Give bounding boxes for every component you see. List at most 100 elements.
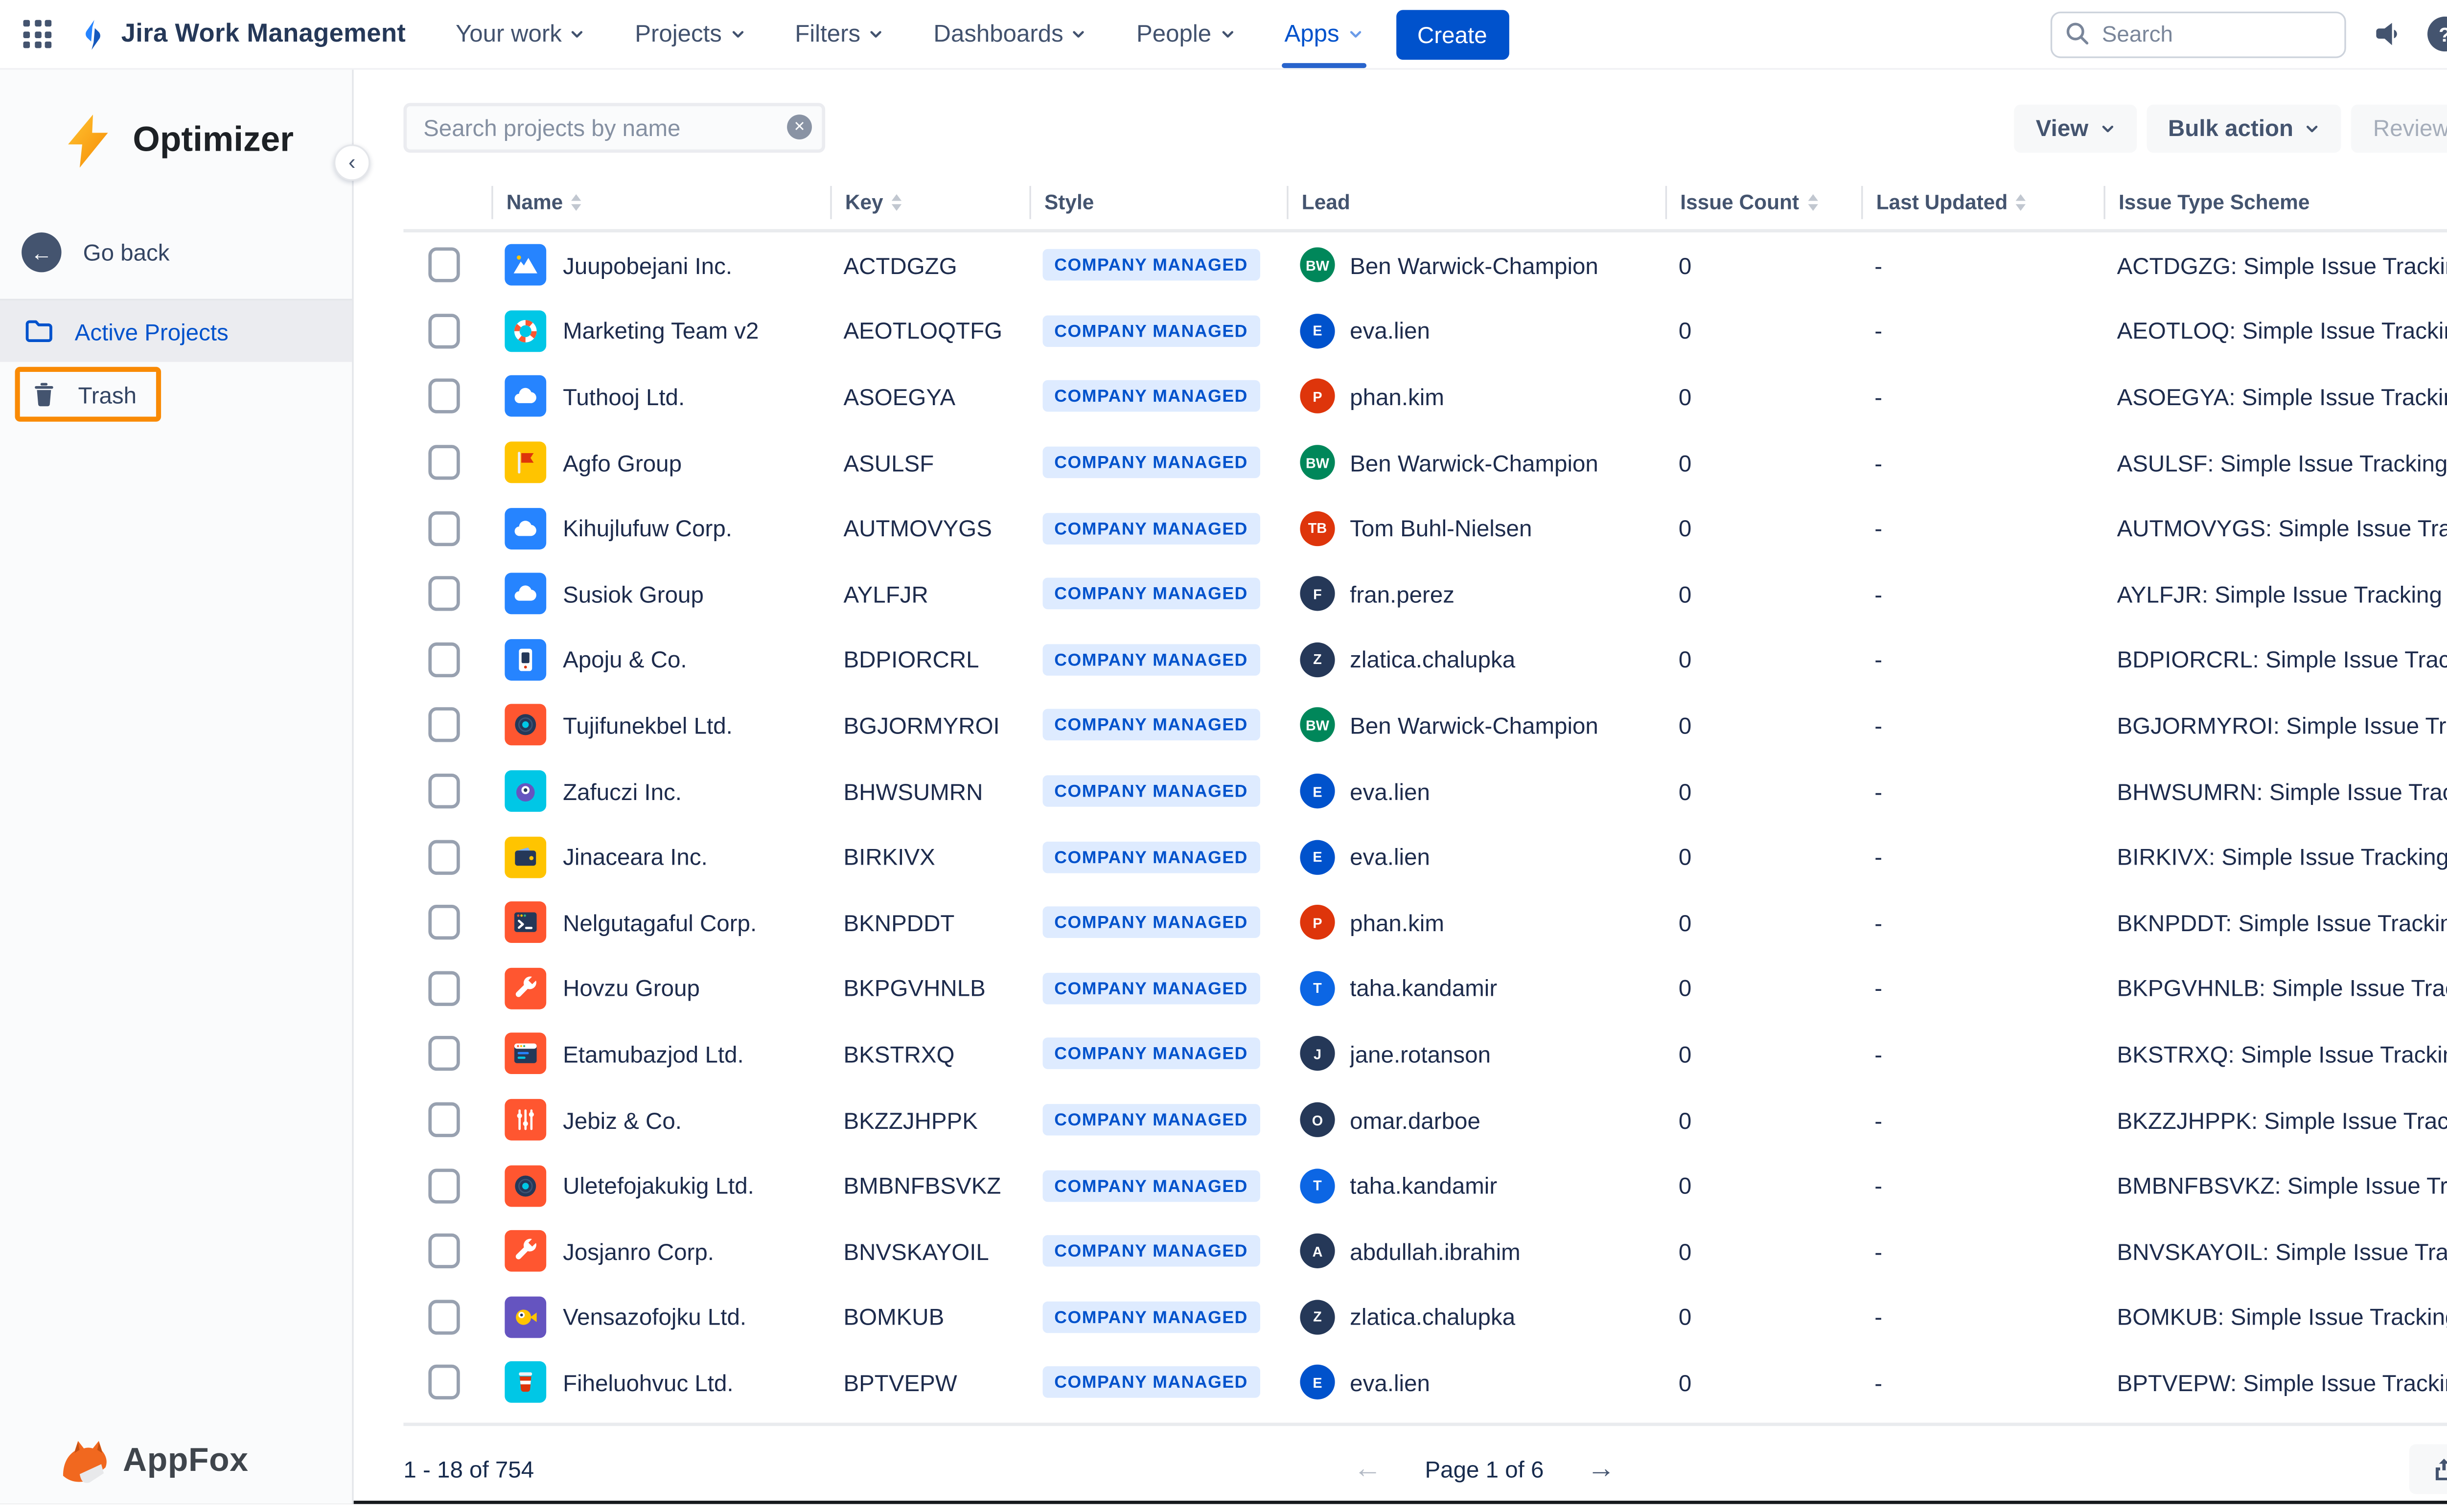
project-name[interactable]: Uletefojakukig Ltd. xyxy=(563,1172,754,1199)
row-checkbox[interactable] xyxy=(428,839,460,874)
table-row[interactable]: Zafuczi Inc. BHWSUMRN COMPANY MANAGED E … xyxy=(403,758,2447,824)
project-name[interactable]: Kihujlufuw Corp. xyxy=(563,515,732,541)
project-name[interactable]: Agfo Group xyxy=(563,449,682,476)
issue-count: 0 xyxy=(1665,909,1861,936)
style-badge: COMPANY MANAGED xyxy=(1043,1169,1260,1201)
project-name[interactable]: Etamubazjod Ltd. xyxy=(563,1041,744,1067)
row-checkbox[interactable] xyxy=(428,576,460,611)
table-row[interactable]: Uletefojakukig Ltd. BMBNFBSVKZ COMPANY M… xyxy=(403,1153,2447,1218)
nav-item-label: Filters xyxy=(795,21,860,47)
collapse-sidebar-button[interactable]: ‹ xyxy=(334,144,370,181)
lead-avatar: E xyxy=(1300,1365,1335,1400)
issue-count: 0 xyxy=(1665,1304,1861,1330)
row-checkbox[interactable] xyxy=(428,774,460,808)
nav-item-dashboards[interactable]: Dashboards xyxy=(933,21,1086,47)
row-checkbox[interactable] xyxy=(428,905,460,940)
table-row[interactable]: Apoju & Co. BDPIORCRL COMPANY MANAGED Z … xyxy=(403,627,2447,692)
nav-item-people[interactable]: People xyxy=(1136,21,1235,47)
table-row[interactable]: Agfo Group ASULSF COMPANY MANAGED BW Ben… xyxy=(403,430,2447,495)
last-updated: - xyxy=(1861,1041,2103,1067)
nav-item-label: People xyxy=(1136,21,1211,47)
previous-page-icon[interactable]: ← xyxy=(1354,1455,1382,1483)
create-button[interactable]: Create xyxy=(1396,9,1509,59)
table-row[interactable]: Hovzu Group BKPGVHNLB COMPANY MANAGED T … xyxy=(403,956,2447,1021)
project-name[interactable]: Josjanro Corp. xyxy=(563,1238,714,1264)
nav-item-your-work[interactable]: Your work xyxy=(456,21,585,47)
help-icon[interactable]: ? xyxy=(2427,17,2447,51)
table-row[interactable]: Kihujlufuw Corp. AUTMOVYGS COMPANY MANAG… xyxy=(403,495,2447,561)
app-switcher-icon[interactable] xyxy=(23,20,51,48)
row-checkbox[interactable] xyxy=(428,248,460,283)
table-row[interactable]: Marketing Team v2 AEOTLOQTFG COMPANY MAN… xyxy=(403,298,2447,364)
column-header-name[interactable]: Name xyxy=(491,185,830,218)
project-name[interactable]: Apoju & Co. xyxy=(563,646,687,673)
clear-search-icon[interactable]: ✕ xyxy=(787,115,812,139)
row-checkbox[interactable] xyxy=(428,1365,460,1400)
table-row[interactable]: Jinaceara Inc. BIRKIVX COMPANY MANAGED E… xyxy=(403,824,2447,890)
sidebar-item-trash[interactable]: Trash xyxy=(15,367,162,422)
table-header-rule xyxy=(403,229,2447,232)
row-checkbox[interactable] xyxy=(428,1168,460,1203)
project-name[interactable]: Vensazofojku Ltd. xyxy=(563,1304,746,1330)
project-name[interactable]: Susiok Group xyxy=(563,581,704,607)
phone-icon xyxy=(505,639,546,681)
row-checkbox[interactable] xyxy=(428,708,460,743)
project-name[interactable]: Marketing Team v2 xyxy=(563,318,759,344)
column-header-issue-count[interactable]: Issue Count xyxy=(1665,185,1861,218)
project-name[interactable]: Jebiz & Co. xyxy=(563,1106,682,1133)
table-row[interactable]: Fiheluohvuc Ltd. BPTVEPW COMPANY MANAGED… xyxy=(403,1350,2447,1416)
row-checkbox[interactable] xyxy=(428,1102,460,1137)
table-row[interactable]: Vensazofojku Ltd. BOMKUB COMPANY MANAGED… xyxy=(403,1284,2447,1350)
table-row[interactable]: Tujifunekbel Ltd. BGJORMYROI COMPANY MAN… xyxy=(403,692,2447,758)
global-search-input[interactable] xyxy=(2051,11,2346,57)
sort-icon xyxy=(2016,193,2026,210)
issue-type-scheme: BMBNFBSVKZ: Simple Issue Track... xyxy=(2103,1172,2447,1199)
row-checkbox[interactable] xyxy=(428,1036,460,1071)
notifications-icon[interactable] xyxy=(2371,18,2402,49)
table-row[interactable]: Nelgutagaful Corp. BKNPDDT COMPANY MANAG… xyxy=(403,890,2447,955)
style-badge: COMPANY MANAGED xyxy=(1043,1301,1260,1332)
project-name[interactable]: Tuthooj Ltd. xyxy=(563,384,685,410)
row-checkbox[interactable] xyxy=(428,511,460,546)
project-name[interactable]: Hovzu Group xyxy=(563,975,700,1002)
review-changes-button[interactable]: Review changes xyxy=(2352,104,2447,152)
row-checkbox[interactable] xyxy=(428,379,460,414)
primary-nav: Your work Projects Filters Dashboards People… xyxy=(456,21,1362,47)
last-updated: - xyxy=(1861,1304,2103,1330)
go-back-button[interactable]: ← Go back xyxy=(22,232,352,272)
view-button[interactable]: View xyxy=(2014,104,2137,152)
export-button[interactable]: Export xyxy=(2408,1444,2447,1494)
project-key: AUTMOVYGS xyxy=(830,515,1029,541)
row-checkbox[interactable] xyxy=(428,642,460,677)
table-row[interactable]: Jebiz & Co. BKZZJHPPK COMPANY MANAGED O … xyxy=(403,1087,2447,1152)
project-name[interactable]: Fiheluohvuc Ltd. xyxy=(563,1370,734,1396)
nav-item-filters[interactable]: Filters xyxy=(795,21,883,47)
row-checkbox[interactable] xyxy=(428,1300,460,1334)
project-name[interactable]: Nelgutagaful Corp. xyxy=(563,909,757,936)
table-row[interactable]: Josjanro Corp. BNVSKAYOIL COMPANY MANAGE… xyxy=(403,1218,2447,1284)
table-row[interactable]: Etamubazjod Ltd. BKSTRXQ COMPANY MANAGED… xyxy=(403,1021,2447,1087)
row-checkbox[interactable] xyxy=(428,314,460,348)
next-page-icon[interactable]: → xyxy=(1587,1455,1616,1483)
issue-count: 0 xyxy=(1665,1238,1861,1264)
row-checkbox[interactable] xyxy=(428,445,460,480)
project-name[interactable]: Jinaceara Inc. xyxy=(563,844,708,870)
nav-item-apps[interactable]: Apps xyxy=(1284,21,1362,47)
project-search-input[interactable] xyxy=(403,103,825,153)
column-header-last-updated[interactable]: Last Updated xyxy=(1861,185,2103,218)
column-header-key[interactable]: Key xyxy=(830,185,1029,218)
table-row[interactable]: Juupobejani Inc. ACTDGZG COMPANY MANAGED… xyxy=(403,232,2447,298)
project-name[interactable]: Zafuczi Inc. xyxy=(563,778,682,804)
project-key: BKNPDDT xyxy=(830,909,1029,936)
table-row[interactable]: Susiok Group AYLFJR COMPANY MANAGED F fr… xyxy=(403,561,2447,627)
table-row[interactable]: Tuthooj Ltd. ASOEGYA COMPANY MANAGED P p… xyxy=(403,364,2447,430)
row-checkbox[interactable] xyxy=(428,971,460,1006)
row-checkbox[interactable] xyxy=(428,1234,460,1268)
bulk-action-button[interactable]: Bulk action xyxy=(2147,104,2342,152)
sidebar-item-active-projects[interactable]: Active Projects xyxy=(0,300,352,362)
project-name[interactable]: Tujifunekbel Ltd. xyxy=(563,712,733,738)
nav-item-projects[interactable]: Projects xyxy=(635,21,745,47)
lead-avatar: T xyxy=(1300,971,1335,1006)
jira-home-link[interactable]: Jira Work Management xyxy=(75,16,406,52)
project-name[interactable]: Juupobejani Inc. xyxy=(563,252,732,278)
